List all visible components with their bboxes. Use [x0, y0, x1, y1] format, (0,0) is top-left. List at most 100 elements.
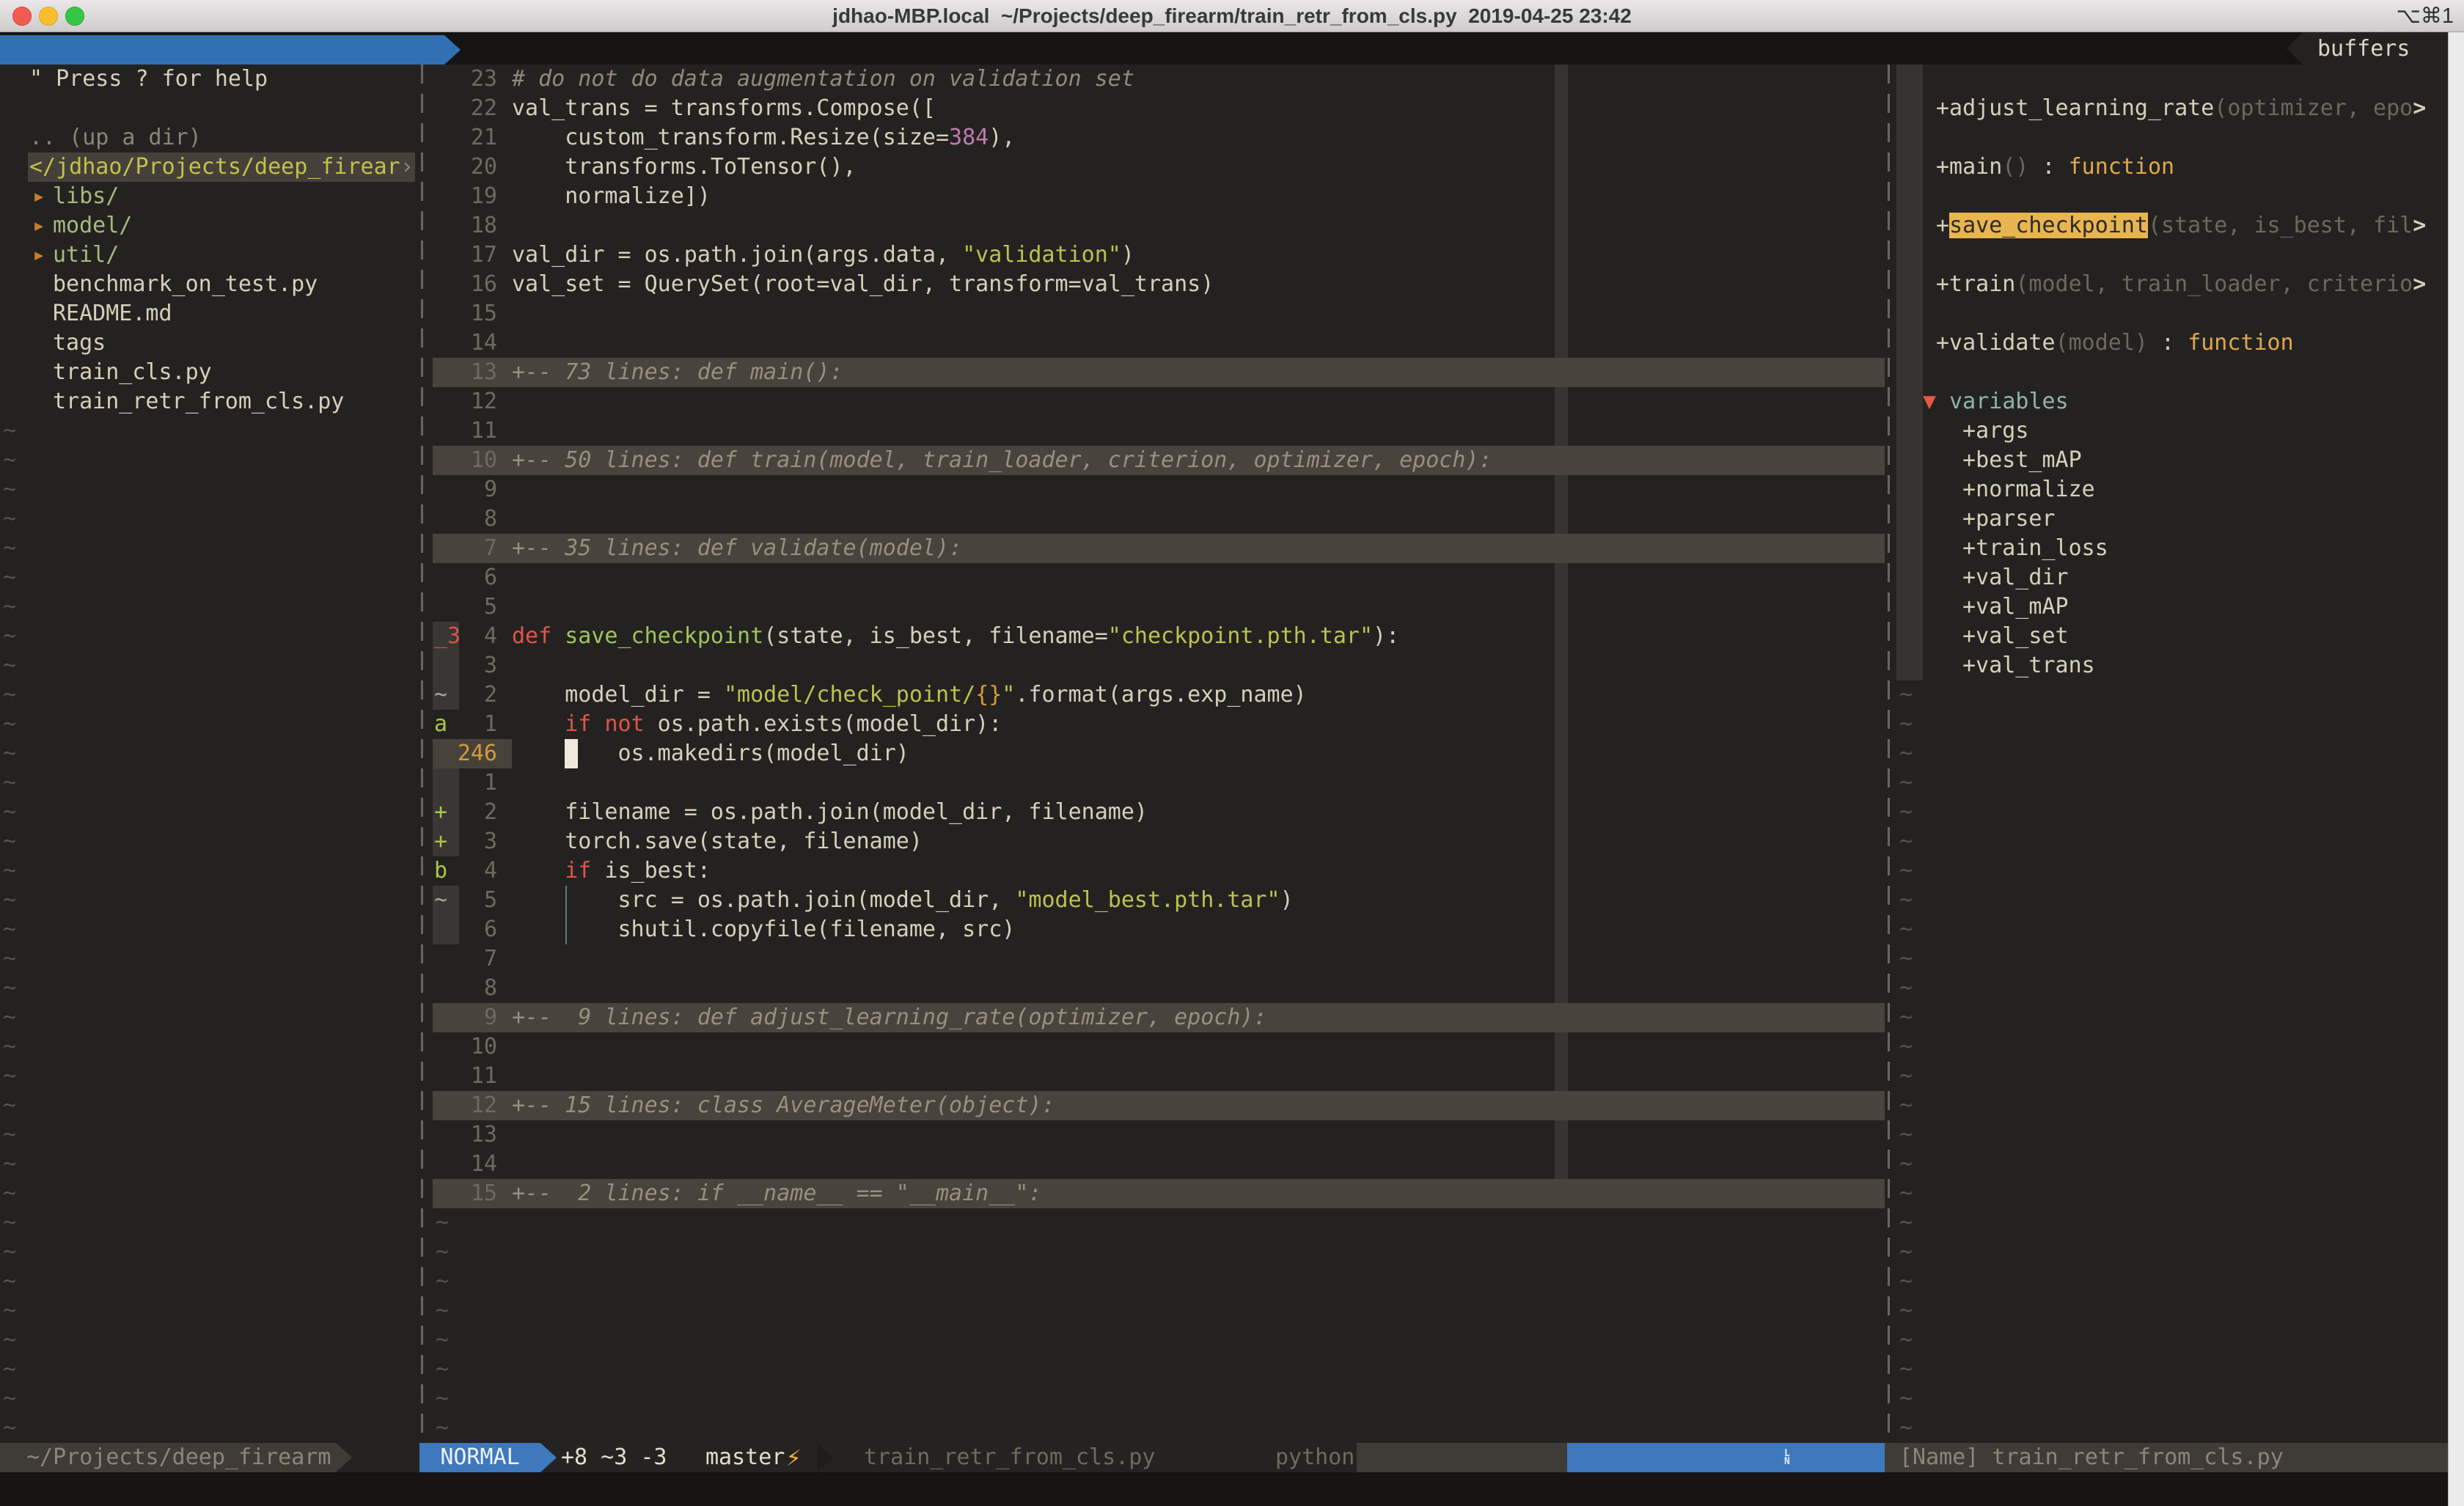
command-line[interactable]: [0, 1472, 2448, 1506]
tree-item-updir[interactable]: .. (up a dir): [29, 123, 202, 153]
powerline-arrow-icon: [817, 1443, 833, 1472]
tagbar-entry[interactable]: +val_trans: [1936, 651, 2095, 680]
code-line[interactable]: if is_best:: [512, 856, 711, 886]
line-number: 6: [433, 915, 497, 944]
tagbar-statusline: [Name] train_retr_from_cls.py: [1885, 1443, 2448, 1472]
code-line[interactable]: val_dir = os.path.join(args.data, "valid…: [512, 240, 1134, 270]
tabline: 1. train_retr_from_cls.py buffers: [0, 32, 2448, 65]
tagbar-entry[interactable]: +args: [1936, 416, 2028, 446]
tagbar-entry[interactable]: +val_mAP: [1936, 592, 2069, 622]
tagbar-kind-variables[interactable]: ▼ variables: [1923, 387, 2069, 416]
empty-line-marker: ~: [3, 1179, 16, 1208]
mode-indicator: NORMAL: [419, 1443, 540, 1472]
empty-line-marker: ~: [3, 534, 16, 563]
window-separator-icon[interactable]: [1888, 65, 1890, 1443]
code-line[interactable]: +-- 35 lines: def validate(model):: [512, 534, 962, 563]
text-cursor[interactable]: [565, 739, 578, 768]
line-number: 3: [433, 651, 497, 680]
tagbar-entry[interactable]: +val_set: [1936, 622, 2069, 651]
line-number: 7: [433, 944, 497, 974]
code-line[interactable]: +-- 2 lines: if __name__ == "__main__":: [512, 1179, 1041, 1208]
code-line[interactable]: # do not do data augmentation on validat…: [512, 65, 1134, 94]
code-line[interactable]: src = os.path.join(model_dir, "model_bes…: [512, 886, 1294, 915]
tree-item-model[interactable]: ▸model/: [32, 211, 45, 240]
tree-root-path[interactable]: </jdhao/Projects/deep_firear›: [29, 153, 400, 182]
empty-line-marker: ~: [3, 1150, 16, 1179]
tree-item-benchmark_on_testpy[interactable]: benchmark_on_test.py: [53, 270, 318, 299]
tree-item-train_clspy[interactable]: train_cls.py: [53, 358, 212, 387]
tagbar-entry[interactable]: +normalize: [1936, 475, 2095, 504]
tagbar-entry[interactable]: +val_dir: [1936, 563, 2069, 592]
line-number: 4: [433, 622, 497, 651]
empty-line-marker: ~: [1899, 915, 1913, 944]
tree-item-READMEmd[interactable]: README.md: [53, 299, 172, 328]
empty-line-marker: ~: [1899, 1208, 1913, 1238]
statusline-filename: train_retr_from_cls.py: [864, 1443, 1155, 1472]
tree-item-libs[interactable]: ▸libs/: [32, 182, 45, 211]
code-line[interactable]: shutil.copyfile(filename, src): [512, 915, 1015, 944]
empty-line-marker: ~: [3, 944, 16, 974]
empty-line-marker: ~: [1899, 1267, 1913, 1296]
empty-line-marker: ~: [3, 886, 16, 915]
empty-line-marker: ~: [3, 1120, 16, 1150]
empty-line-marker: ~: [1899, 1296, 1913, 1326]
line-number: 11: [433, 1062, 497, 1091]
tab-train-retr-from-cls[interactable]: 1. train_retr_from_cls.py: [0, 35, 444, 65]
empty-line-marker: ~: [3, 827, 16, 856]
empty-line-marker: ~: [3, 1326, 16, 1355]
code-line[interactable]: torch.save(state, filename): [512, 827, 923, 856]
code-line[interactable]: val_set = QuerySet(root=val_dir, transfo…: [512, 270, 1214, 299]
tagbar-entry[interactable]: +train(model, train_loader, criterio>: [1936, 270, 2426, 299]
window-separator-icon[interactable]: [421, 65, 423, 1443]
code-line[interactable]: +-- 9 lines: def adjust_learning_rate(op…: [512, 1003, 1267, 1032]
tree-item-train_retr_from_clspy[interactable]: train_retr_from_cls.py: [53, 387, 344, 416]
code-line[interactable]: def save_checkpoint(state, is_best, file…: [512, 622, 1399, 651]
scrollbar[interactable]: [2448, 32, 2464, 1506]
empty-line-marker: ~: [1899, 886, 1913, 915]
line-number: 7: [433, 534, 497, 563]
line-number: 12: [433, 387, 497, 416]
empty-line-marker: ~: [436, 1414, 449, 1443]
empty-line-marker: ~: [3, 974, 16, 1003]
tagbar-entry[interactable]: +train_loss: [1936, 534, 2108, 563]
code-line[interactable]: +-- 50 lines: def train(model, train_loa…: [512, 446, 1492, 475]
empty-line-marker: ~: [3, 475, 16, 504]
code-line[interactable]: custom_transform.Resize(size=384),: [512, 123, 1015, 153]
tagbar-entry[interactable]: +best_mAP: [1936, 446, 2082, 475]
empty-line-marker: ~: [3, 798, 16, 827]
buffers-label[interactable]: buffers: [2303, 32, 2448, 65]
tree-item-tags[interactable]: tags: [53, 328, 106, 358]
statusline-tree-path: ~/Projects/deep_firearm: [0, 1443, 336, 1472]
empty-line-marker: ~: [3, 651, 16, 680]
empty-line-marker: ~: [1899, 1355, 1913, 1384]
line-number: 10: [433, 1032, 497, 1062]
line-number: 9: [433, 475, 497, 504]
line-number: 5: [433, 886, 497, 915]
tagbar-entry[interactable]: +save_checkpoint(state, is_best, fil>: [1936, 211, 2426, 240]
code-line[interactable]: transforms.ToTensor(),: [512, 153, 857, 182]
code-line[interactable]: +-- 15 lines: class AverageMeter(object)…: [512, 1091, 1055, 1120]
code-line[interactable]: if not os.path.exists(model_dir):: [512, 710, 1002, 739]
tagbar-entry[interactable]: +validate(model) : function: [1936, 328, 2294, 358]
empty-line-marker: ~: [3, 1003, 16, 1032]
tree-item-util[interactable]: ▸util/: [32, 240, 45, 270]
line-number: 8: [433, 504, 497, 534]
code-line[interactable]: +-- 73 lines: def main():: [512, 358, 843, 387]
line-number: 2: [433, 680, 497, 710]
empty-line-marker: ~: [3, 739, 16, 768]
empty-line-marker: ~: [436, 1208, 449, 1238]
empty-line-marker: ~: [1899, 798, 1913, 827]
tagbar-entry[interactable]: +main() : function: [1936, 153, 2174, 182]
line-number: 246: [433, 739, 497, 768]
code-line[interactable]: filename = os.path.join(model_dir, filen…: [512, 798, 1148, 827]
statusline-filetype: python: [1275, 1443, 1354, 1472]
empty-line-marker: ~: [1899, 680, 1913, 710]
tagbar-entry[interactable]: +adjust_learning_rate(optimizer, epo>: [1936, 94, 2426, 123]
code-line[interactable]: model_dir = "model/check_point/{}".forma…: [512, 680, 1307, 710]
lightning-icon: ⚡: [786, 1443, 801, 1472]
tagbar-entry[interactable]: +parser: [1936, 504, 2056, 534]
line-number: 1: [433, 710, 497, 739]
code-line[interactable]: val_trans = transforms.Compose([: [512, 94, 936, 123]
code-line[interactable]: normalize]): [512, 182, 711, 211]
line-number: 14: [433, 1150, 497, 1179]
